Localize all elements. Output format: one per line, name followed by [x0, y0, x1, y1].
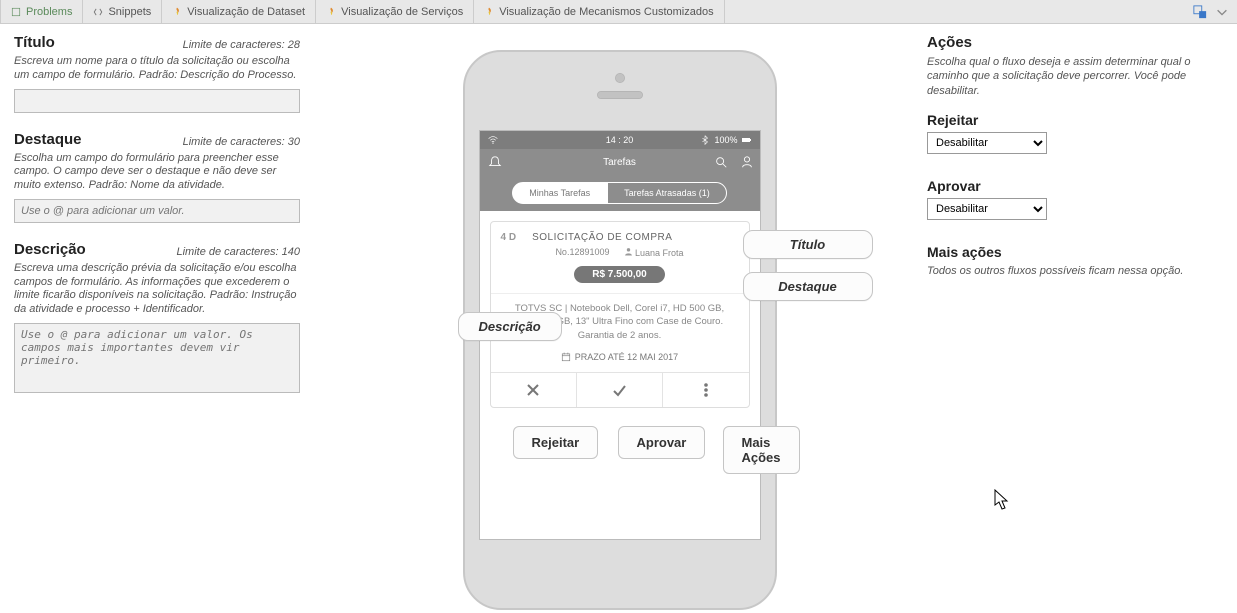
destaque-limit: Limite de caracteres: 30 [183, 136, 300, 148]
acoes-title: Ações [927, 34, 1207, 51]
card-user: Luana Frota [635, 248, 684, 258]
phone-speaker [598, 92, 642, 98]
card-number: No.12891009 [555, 247, 609, 258]
rejeitar-select[interactable]: Desabilitar [927, 132, 1047, 154]
editor-tabbar: Problems Snippets Visualização de Datase… [0, 0, 1237, 24]
destaque-help: Escolha um campo do formulário para pree… [14, 152, 300, 193]
descricao-textarea[interactable] [14, 323, 300, 393]
destaque-input[interactable] [14, 199, 300, 223]
search-icon[interactable] [714, 155, 728, 169]
callout-btn-rejeitar[interactable]: Rejeitar [513, 426, 599, 459]
tab-problems[interactable]: Problems [0, 0, 83, 23]
check-icon [611, 382, 627, 398]
card-action-more[interactable] [663, 373, 748, 407]
more-vertical-icon [698, 382, 714, 398]
pill-tabs: Minhas Tarefas Tarefas Atrasadas (1) [480, 175, 760, 211]
status-battery-pct: 100% [714, 135, 737, 145]
rejeitar-title: Rejeitar [927, 112, 1207, 128]
titulo-limit: Limite de caracteres: 28 [183, 39, 300, 51]
section-mais-acoes: Mais ações Todos os outros fluxos possív… [927, 244, 1207, 278]
card-duration: 4 D [501, 232, 517, 243]
card-divider [491, 293, 749, 294]
card-action-approve[interactable] [577, 373, 663, 407]
mais-title: Mais ações [927, 244, 1207, 260]
preview-panel: 14 : 20 100% Tarefas [312, 24, 927, 613]
tab-snippets[interactable]: Snippets [83, 0, 162, 23]
card-title: SOLICITAÇÃO DE COMPRA [532, 232, 672, 243]
pill-my-tasks[interactable]: Minhas Tarefas [512, 182, 607, 204]
status-time: 14 : 20 [606, 135, 634, 145]
calendar-icon [561, 352, 571, 362]
close-icon [525, 382, 541, 398]
left-panel: Título Limite de caracteres: 28 Escreva … [0, 24, 312, 613]
card-price: R$ 7.500,00 [574, 266, 665, 283]
tab-label: Snippets [108, 6, 151, 18]
view-menu-chevron-icon[interactable] [1215, 5, 1229, 19]
app-bar: Tarefas [480, 149, 760, 175]
phone-camera [616, 74, 624, 82]
bluetooth-icon [700, 135, 710, 145]
problems-icon [11, 7, 21, 17]
field-group-descricao: Descrição Limite de caracteres: 140 Escr… [14, 241, 300, 396]
titulo-label: Título [14, 34, 55, 51]
tab-label: Visualização de Mecanismos Customizados [499, 6, 713, 18]
section-rejeitar: Rejeitar Desabilitar [927, 112, 1207, 154]
user-icon[interactable] [740, 155, 754, 169]
descricao-help: Escreva uma descrição prévia da solicita… [14, 262, 300, 317]
callout-descricao: Descrição [458, 312, 562, 341]
appbar-title: Tarefas [603, 157, 636, 168]
tab-label: Visualização de Serviços [341, 6, 463, 18]
wifi-icon [488, 135, 498, 145]
descricao-label: Descrição [14, 241, 86, 258]
flame-icon [172, 7, 182, 17]
maximize-view-icon[interactable] [1193, 5, 1207, 19]
card-due: PRAZO ATÉ 12 MAI 2017 [575, 352, 678, 362]
tab-label: Problems [26, 6, 72, 18]
battery-icon [742, 135, 752, 145]
tab-label: Visualização de Dataset [187, 6, 305, 18]
right-panel: Ações Escolha qual o fluxo deseja e assi… [927, 24, 1237, 613]
person-icon [624, 247, 633, 256]
descricao-limit: Limite de caracteres: 140 [176, 246, 300, 258]
snippets-icon [93, 7, 103, 17]
flame-icon [484, 7, 494, 17]
titulo-input[interactable] [14, 89, 300, 113]
aprovar-title: Aprovar [927, 178, 1207, 194]
field-group-destaque: Destaque Limite de caracteres: 30 Escolh… [14, 131, 300, 223]
tab-servicos[interactable]: Visualização de Serviços [316, 0, 474, 23]
bell-icon[interactable] [488, 155, 502, 169]
callout-titulo: Título [743, 230, 873, 259]
callout-btn-mais[interactable]: Mais Ações [723, 426, 800, 474]
acoes-help: Escolha qual o fluxo deseja e assim dete… [927, 55, 1207, 98]
card-action-reject[interactable] [491, 373, 577, 407]
mais-help: Todos os outros fluxos possíveis ficam n… [927, 264, 1207, 278]
destaque-label: Destaque [14, 131, 82, 148]
field-group-titulo: Título Limite de caracteres: 28 Escreva … [14, 34, 300, 113]
callout-btn-aprovar[interactable]: Aprovar [618, 426, 706, 459]
status-bar: 14 : 20 100% [480, 131, 760, 149]
pill-late-tasks[interactable]: Tarefas Atrasadas (1) [607, 182, 727, 204]
section-aprovar: Aprovar Desabilitar [927, 178, 1207, 220]
aprovar-select[interactable]: Desabilitar [927, 198, 1047, 220]
titulo-help: Escreva um nome para o título da solicit… [14, 55, 300, 83]
flame-icon [326, 7, 336, 17]
card-actions [491, 372, 749, 407]
callout-destaque: Destaque [743, 272, 873, 301]
tab-dataset[interactable]: Visualização de Dataset [162, 0, 316, 23]
tab-mecanismos[interactable]: Visualização de Mecanismos Customizados [474, 0, 724, 23]
